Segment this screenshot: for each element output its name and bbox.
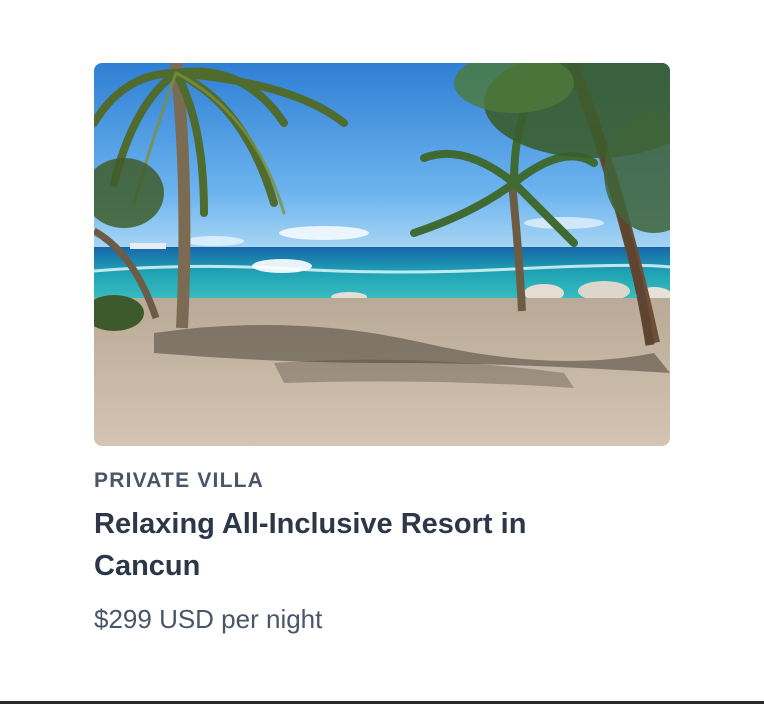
page: PRIVATE VILLA Relaxing All-Inclusive Res… — [0, 0, 764, 704]
listing-price: $299 USD per night — [94, 604, 323, 634]
listing-category: PRIVATE VILLA — [94, 469, 264, 492]
listing-title[interactable]: Relaxing All-Inclusive Resort in Cancun — [94, 503, 614, 587]
beach-photo-illustration — [94, 63, 670, 446]
listing-photo[interactable] — [94, 63, 670, 446]
listing-card[interactable]: PRIVATE VILLA Relaxing All-Inclusive Res… — [94, 63, 670, 635]
